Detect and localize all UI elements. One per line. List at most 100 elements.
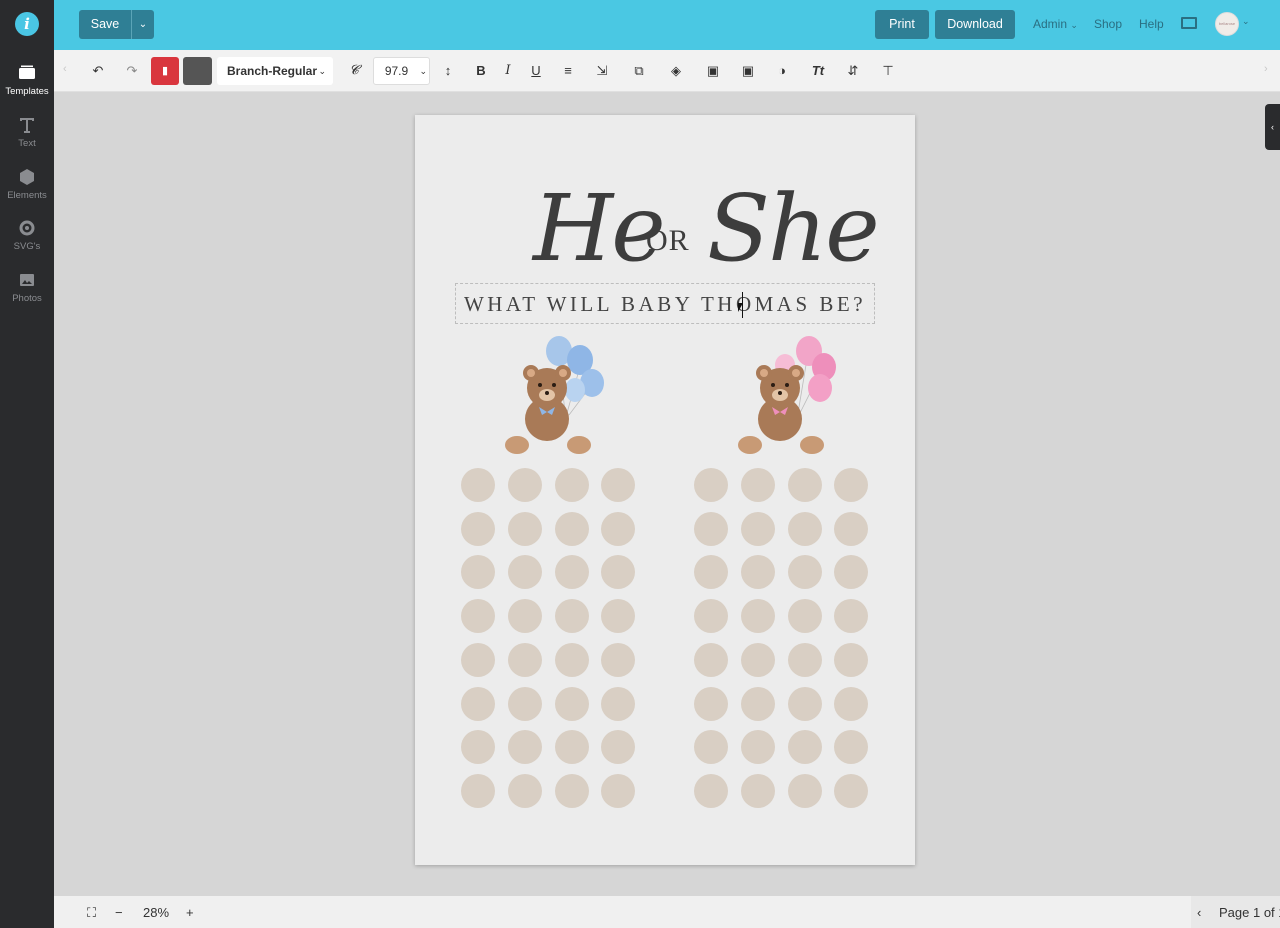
download-button[interactable]: Download — [935, 10, 1015, 39]
sidebar-item-templates[interactable]: Templates — [0, 63, 54, 97]
guess-dot-she[interactable] — [787, 642, 822, 677]
guess-dot-she[interactable] — [694, 730, 728, 765]
guess-dot-she[interactable] — [740, 468, 775, 502]
guess-dot-she[interactable] — [787, 555, 822, 590]
guess-dot-he[interactable] — [461, 773, 495, 808]
guess-dot-she[interactable] — [740, 642, 775, 677]
redo-icon[interactable]: ↷ — [122, 61, 142, 81]
guess-dot-she[interactable] — [694, 642, 728, 677]
right-panel-toggle[interactable]: ‹ — [1265, 104, 1280, 150]
guess-dot-he[interactable] — [554, 773, 589, 808]
toolbar-scroll-left-icon[interactable]: ‹ — [63, 63, 67, 75]
text-transform-icon[interactable]: Tt — [808, 61, 828, 81]
guess-dot-he[interactable] — [507, 686, 542, 721]
sidebar-item-elements[interactable]: Elements — [0, 167, 54, 201]
guess-dot-he[interactable] — [507, 599, 542, 634]
guess-dot-she[interactable] — [834, 468, 869, 502]
chevron-down-icon[interactable]: ⌄ — [132, 19, 154, 30]
guess-dot-she[interactable] — [834, 511, 869, 546]
guess-dot-he[interactable] — [601, 642, 636, 677]
guess-dot-she[interactable] — [787, 686, 822, 721]
design-page[interactable]: He OR She WHAT WILL BABY THOMAS BE? — [415, 115, 915, 865]
bold-icon[interactable]: B — [471, 61, 491, 81]
guess-dot-she[interactable] — [694, 511, 728, 546]
text-effects-icon[interactable]: ⊤ — [878, 61, 898, 81]
guess-dot-she[interactable] — [787, 599, 822, 634]
dollar-icon[interactable]: ▣ — [703, 61, 723, 81]
guess-dot-he[interactable] — [507, 511, 542, 546]
save-button[interactable]: Save ⌄ — [79, 10, 154, 39]
fullscreen-icon[interactable]: ⛶ — [87, 905, 96, 921]
chevron-down-icon[interactable]: ⌄ — [1242, 16, 1250, 27]
prev-page-icon[interactable]: ‹ — [1197, 905, 1201, 920]
guess-dot-she[interactable] — [694, 599, 728, 634]
avatar[interactable]: bellarose — [1215, 12, 1239, 36]
guess-dot-he[interactable] — [461, 511, 495, 546]
guess-dot-she[interactable] — [834, 686, 869, 721]
line-height-icon[interactable]: ⇵ — [843, 61, 863, 81]
print-button[interactable]: Print — [875, 10, 929, 39]
guess-dot-he[interactable] — [554, 686, 589, 721]
resize-icon[interactable]: ⇲ — [592, 61, 612, 81]
guess-dot-he[interactable] — [601, 730, 636, 765]
app-logo[interactable]: i — [15, 12, 39, 36]
guess-dot-he[interactable] — [507, 555, 542, 590]
guess-dot-she[interactable] — [740, 555, 775, 590]
toolbar-scroll-right-icon[interactable]: › — [1264, 63, 1268, 75]
guess-dot-he[interactable] — [461, 642, 495, 677]
layers-icon[interactable]: ◈ — [666, 61, 686, 81]
guess-dot-he[interactable] — [461, 730, 495, 765]
guess-dot-she[interactable] — [740, 730, 775, 765]
guess-dot-he[interactable] — [601, 468, 636, 502]
guess-dot-she[interactable] — [834, 599, 869, 634]
guess-dot-he[interactable] — [601, 773, 636, 808]
guess-dot-he[interactable] — [507, 773, 542, 808]
align-center-icon[interactable]: ≡ — [558, 61, 578, 81]
duplicate-icon[interactable]: ⧉ — [629, 61, 649, 81]
guess-dot-he[interactable] — [461, 599, 495, 634]
font-family-select[interactable]: Branch-Regular ⌄ — [217, 57, 333, 85]
guess-dot-she[interactable] — [834, 730, 869, 765]
guess-dot-he[interactable] — [601, 599, 636, 634]
italic-icon[interactable]: I — [498, 61, 518, 81]
text-color-swatch[interactable] — [183, 57, 212, 85]
undo-icon[interactable]: ↶ — [88, 61, 108, 81]
subtitle-text-box[interactable]: WHAT WILL BABY THOMAS BE? — [455, 283, 875, 324]
title-she[interactable]: She — [707, 183, 880, 275]
guess-dot-he[interactable] — [554, 511, 589, 546]
guess-dot-she[interactable] — [740, 686, 775, 721]
shop-link[interactable]: Shop — [1094, 17, 1122, 31]
guess-dot-she[interactable] — [787, 730, 822, 765]
sidebar-item-photos[interactable]: Photos — [0, 270, 54, 304]
sidebar-item-text[interactable]: Text — [0, 115, 54, 149]
title-or[interactable]: OR — [646, 224, 690, 258]
guess-dot-he[interactable] — [554, 555, 589, 590]
guess-dot-she[interactable] — [787, 511, 822, 546]
guess-dot-he[interactable] — [554, 730, 589, 765]
guess-dot-he[interactable] — [507, 730, 542, 765]
lock-icon[interactable]: ▣ — [738, 61, 758, 81]
chevron-down-icon[interactable]: ⌄ — [419, 58, 427, 84]
guess-dot-she[interactable] — [834, 555, 869, 590]
guess-dot-she[interactable] — [834, 773, 869, 808]
guess-dot-she[interactable] — [787, 773, 822, 808]
guess-dot-she[interactable] — [787, 468, 822, 502]
font-style-icon[interactable]: 𝓒 — [344, 61, 364, 81]
guess-dot-he[interactable] — [601, 555, 636, 590]
guess-dot-he[interactable] — [507, 468, 542, 502]
guess-dot-she[interactable] — [694, 555, 728, 590]
guess-dot-she[interactable] — [694, 773, 728, 808]
opacity-icon[interactable]: ◑ — [772, 61, 792, 81]
sidebar-item-svgs[interactable]: SVG's — [0, 218, 54, 252]
guess-dot-she[interactable] — [694, 686, 728, 721]
guess-dot-he[interactable] — [554, 642, 589, 677]
guess-dot-he[interactable] — [461, 555, 495, 590]
bear-pink-balloons-image[interactable] — [736, 333, 846, 455]
guess-dot-he[interactable] — [554, 468, 589, 502]
guess-dot-she[interactable] — [740, 511, 775, 546]
admin-menu[interactable]: Admin ⌄ — [1033, 17, 1078, 31]
underline-icon[interactable]: U — [526, 61, 546, 81]
guess-dot-he[interactable] — [461, 468, 495, 502]
guess-dot-he[interactable] — [601, 686, 636, 721]
guess-dot-she[interactable] — [740, 773, 775, 808]
